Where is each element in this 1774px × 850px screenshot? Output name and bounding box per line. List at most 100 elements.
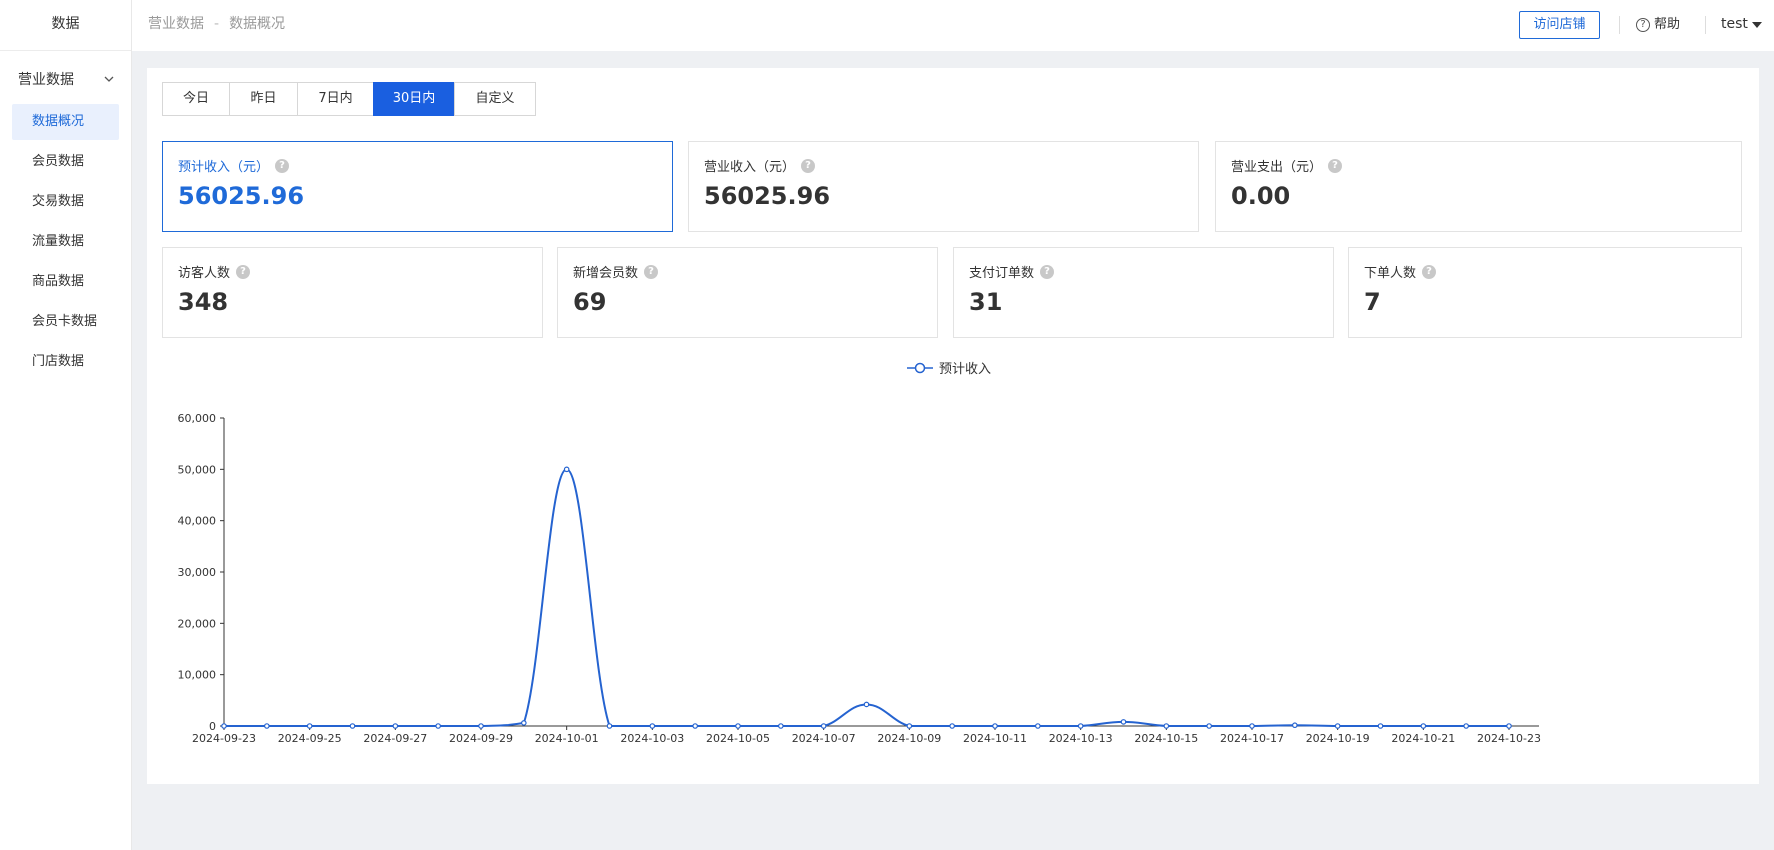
stat-value: 7 [1364,288,1381,316]
stat-label-text: 营业支出（元） [1231,160,1323,175]
sidebar-group-business-data[interactable]: 营业数据 [0,54,131,104]
sidebar-item-products[interactable]: 商品数据 [12,264,119,300]
caret-down-icon [1751,22,1762,28]
sidebar-item-transactions[interactable]: 交易数据 [12,184,119,220]
data-point [521,720,527,726]
tab-yesterday[interactable]: 昨日 [229,82,298,116]
data-point [1163,723,1170,729]
data-point [1463,723,1469,729]
stat-label-text: 访客人数 [178,266,231,281]
sidebar-item-traffic[interactable]: 流量数据 [12,224,119,260]
tab-today[interactable]: 今日 [162,82,230,116]
x-tick-label: 2024-10-09 [877,732,941,745]
stat-card-paid-orders[interactable]: 支付订单数 ? 31 [953,247,1334,338]
y-tick-label: 30,000 [178,566,217,579]
overview-panel: 今日 昨日 7日内 30日内 自定义 预计收入（元） ? 56025.96 营业… [147,68,1759,784]
help-circle-icon: ? [1636,18,1650,32]
data-point [692,723,698,729]
data-point [1334,723,1341,729]
visit-store-button[interactable]: 访问店铺 [1519,11,1600,39]
stat-label-text: 预计收入（元） [178,160,270,175]
data-point [264,723,270,729]
stat-value: 56025.96 [178,182,305,210]
sidebar-item-overview[interactable]: 数据概况 [12,104,119,140]
date-range-tabs: 今日 昨日 7日内 30日内 自定义 [162,82,536,116]
stat-label-text: 营业收入（元） [704,160,796,175]
data-point [478,723,484,729]
data-point [1292,722,1298,729]
question-icon[interactable]: ? [236,264,251,279]
data-point [306,723,313,729]
stat-label: 支付订单数 ? [969,262,1055,281]
x-tick-label: 2024-10-13 [1049,732,1113,745]
stat-value: 69 [573,288,607,316]
data-point [649,723,656,729]
sidebar-group-label: 营业数据 [18,72,74,88]
stat-label: 下单人数 ? [1364,262,1437,281]
series-line [224,468,1509,727]
stat-label-text: 支付订单数 [969,266,1035,281]
stat-value: 0.00 [1231,182,1291,210]
stat-card-buyers[interactable]: 下单人数 ? 7 [1348,247,1742,338]
data-point [820,723,827,729]
stat-card-new-members[interactable]: 新增会员数 ? 69 [557,247,938,338]
x-tick-label: 2024-10-23 [1477,732,1541,745]
tab-30-days[interactable]: 30日内 [373,82,455,116]
help-link[interactable]: ? 帮助 [1636,0,1680,50]
x-tick-label: 2024-09-25 [278,732,342,745]
chart-plot: 010,00020,00030,00040,00050,00060,000202… [178,412,1541,745]
stat-label: 营业支出（元） ? [1231,156,1343,175]
y-tick-label: 40,000 [178,515,217,528]
chevron-down-icon [104,76,114,82]
data-point [1249,723,1255,729]
question-icon[interactable]: ? [275,158,290,173]
question-icon[interactable]: ? [801,158,816,173]
question-icon[interactable]: ? [1422,264,1437,279]
stat-value: 31 [969,288,1003,316]
x-tick-label: 2024-09-29 [449,732,513,745]
breadcrumb: 营业数据 - 数据概况 [148,0,285,48]
y-tick-label: 60,000 [178,412,217,425]
data-point [1035,723,1041,729]
data-point [1377,723,1384,729]
sidebar-item-members[interactable]: 会员数据 [12,144,119,180]
data-point [606,723,613,729]
sidebar-item-member-cards[interactable]: 会员卡数据 [12,304,119,340]
stat-value: 348 [178,288,229,316]
question-icon[interactable]: ? [1040,264,1055,279]
x-tick-label: 2024-10-07 [792,732,856,745]
question-icon[interactable]: ? [644,264,659,279]
stat-card-business-expense[interactable]: 营业支出（元） ? 0.00 [1215,141,1742,232]
sidebar-title: 数据 [0,0,131,51]
data-point [778,723,784,729]
stat-label-text: 下单人数 [1364,266,1417,281]
divider [1619,16,1620,34]
x-tick-label: 2024-10-11 [963,732,1027,745]
tab-7-days[interactable]: 7日内 [297,82,374,116]
stat-card-visitors[interactable]: 访客人数 ? 348 [162,247,543,338]
sidebar-item-stores[interactable]: 门店数据 [12,344,119,380]
divider [1705,16,1706,34]
app-root: 数据 营业数据 数据概况 会员数据 交易数据 流量数据 商品数据 会员卡数据 门… [0,0,1774,850]
y-tick-label: 20,000 [178,617,217,630]
stat-card-business-revenue[interactable]: 营业收入（元） ? 56025.96 [688,141,1199,232]
x-tick-label: 2024-10-15 [1134,732,1198,745]
x-tick-label: 2024-09-27 [363,732,427,745]
tab-custom[interactable]: 自定义 [454,82,536,116]
data-point [1077,723,1084,729]
user-menu[interactable]: test [1721,0,1762,48]
x-tick-label: 2024-09-23 [192,732,256,745]
data-point [392,723,399,729]
data-point [735,723,741,729]
breadcrumb-item[interactable]: 营业数据 [148,16,204,32]
question-icon[interactable]: ? [1328,158,1343,173]
x-tick-label: 2024-10-01 [535,732,599,745]
x-tick-label: 2024-10-03 [620,732,684,745]
data-point [906,723,913,729]
x-tick-label: 2024-10-17 [1220,732,1284,745]
stat-card-expected-revenue[interactable]: 预计收入（元） ? 56025.96 [162,141,673,232]
sidebar: 数据 营业数据 数据概况 会员数据 交易数据 流量数据 商品数据 会员卡数据 门… [0,0,132,850]
stat-label: 预计收入（元） ? [178,156,290,175]
y-tick-label: 50,000 [178,463,217,476]
data-point [349,723,356,729]
